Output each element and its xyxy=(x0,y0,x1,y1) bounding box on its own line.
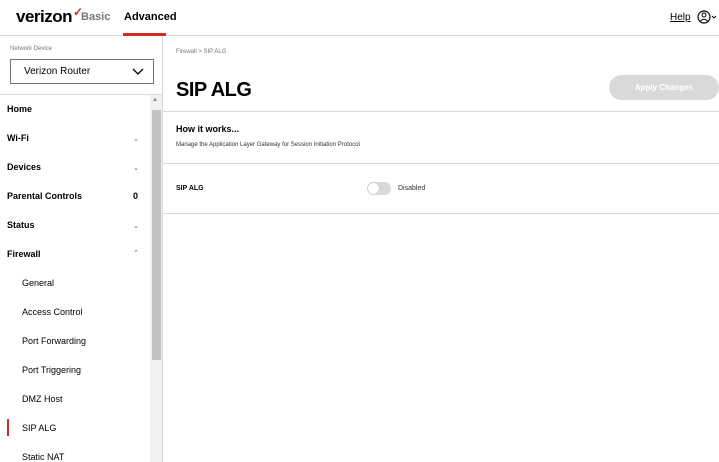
device-select[interactable]: Verizon Router xyxy=(10,59,154,84)
sidebar-subitem-port-triggering[interactable]: Port Triggering xyxy=(0,356,150,385)
toggle-knob xyxy=(368,183,379,194)
sidebar-subitem-static-nat[interactable]: Static NAT xyxy=(0,443,150,462)
sidebar-item-label: Parental Controls xyxy=(7,191,83,201)
sidebar-subitem-label: Port Triggering xyxy=(22,365,82,375)
sidebar-subitem-label: Static NAT xyxy=(22,452,65,462)
sidebar-subitem-label: DMZ Host xyxy=(22,394,63,404)
page-title: SIP ALG xyxy=(176,79,252,101)
sidebar-item-firewall[interactable]: Firewall ⌃ xyxy=(0,240,150,269)
sidebar-item-label: Devices xyxy=(7,162,42,172)
sip-alg-setting-label: SIP ALG xyxy=(176,185,204,192)
verizon-logo[interactable]: verizon✓ xyxy=(16,5,83,27)
sip-alg-status: Disabled xyxy=(398,185,426,192)
sidebar-subitem-label: Access Control xyxy=(22,307,83,317)
sidebar-item-devices[interactable]: Devices ⌄ xyxy=(0,153,150,182)
active-tab-indicator xyxy=(123,33,166,36)
breadcrumb[interactable]: Firewall > SIP ALG xyxy=(176,49,226,55)
parental-controls-count: 0 xyxy=(132,191,138,201)
sidebar-item-label: Wi-Fi xyxy=(7,133,29,143)
chevron-down-icon: ⌄ xyxy=(133,223,139,230)
apply-changes-button[interactable]: Apply Changes xyxy=(609,75,719,100)
chevron-down-icon xyxy=(132,68,144,75)
tab-basic[interactable]: Basic xyxy=(81,11,110,23)
scroll-up-arrow-icon[interactable]: ▲ xyxy=(152,97,158,103)
divider xyxy=(163,163,719,164)
how-it-works-description: Manage the Application Layer Gateway for… xyxy=(176,142,360,148)
sidebar-subitem-sip-alg[interactable]: SIP ALG xyxy=(0,414,150,443)
sidebar-scrollbar-thumb[interactable] xyxy=(152,110,161,360)
chevron-down-icon: ⌄ xyxy=(133,136,139,143)
sidebar-subitem-access-control[interactable]: Access Control xyxy=(0,298,150,327)
sidebar-subitem-port-forwarding[interactable]: Port Forwarding xyxy=(0,327,150,356)
sidebar-item-label: Home xyxy=(7,104,33,114)
sip-alg-toggle[interactable] xyxy=(367,182,391,195)
sidebar-item-label: Firewall xyxy=(7,249,41,259)
sidebar-subitem-general[interactable]: General xyxy=(0,269,150,298)
device-label: Network Device xyxy=(10,46,53,52)
sidebar-item-parental-controls[interactable]: Parental Controls 0 xyxy=(0,182,150,211)
sidebar-item-home[interactable]: Home xyxy=(0,95,150,124)
device-select-value: Verizon Router xyxy=(24,66,91,77)
tab-advanced[interactable]: Advanced xyxy=(124,11,177,23)
sidebar-subitem-label: General xyxy=(22,278,55,288)
chevron-down-icon: ⌄ xyxy=(133,165,139,172)
sidebar-menu: Home Wi-Fi ⌄ Devices ⌄ Parental Controls… xyxy=(0,95,150,462)
divider xyxy=(163,111,719,112)
user-icon xyxy=(697,10,717,24)
sidebar-item-label: Status xyxy=(7,220,35,230)
sidebar-item-status[interactable]: Status ⌄ xyxy=(0,211,150,240)
logo-text: verizon xyxy=(16,7,73,26)
chevron-up-icon: ⌃ xyxy=(133,250,139,257)
top-header: verizon✓ Basic Advanced Help xyxy=(0,0,719,36)
sidebar-subitem-label: SIP ALG xyxy=(22,423,57,433)
help-link[interactable]: Help xyxy=(670,12,691,23)
sidebar-subitem-label: Port Forwarding xyxy=(22,336,87,346)
how-it-works-title: How it works... xyxy=(176,124,240,134)
sidebar-item-wifi[interactable]: Wi-Fi ⌄ xyxy=(0,124,150,153)
sidebar-subitem-dmz-host[interactable]: DMZ Host xyxy=(0,385,150,414)
user-menu[interactable] xyxy=(697,9,717,25)
divider xyxy=(163,213,719,214)
